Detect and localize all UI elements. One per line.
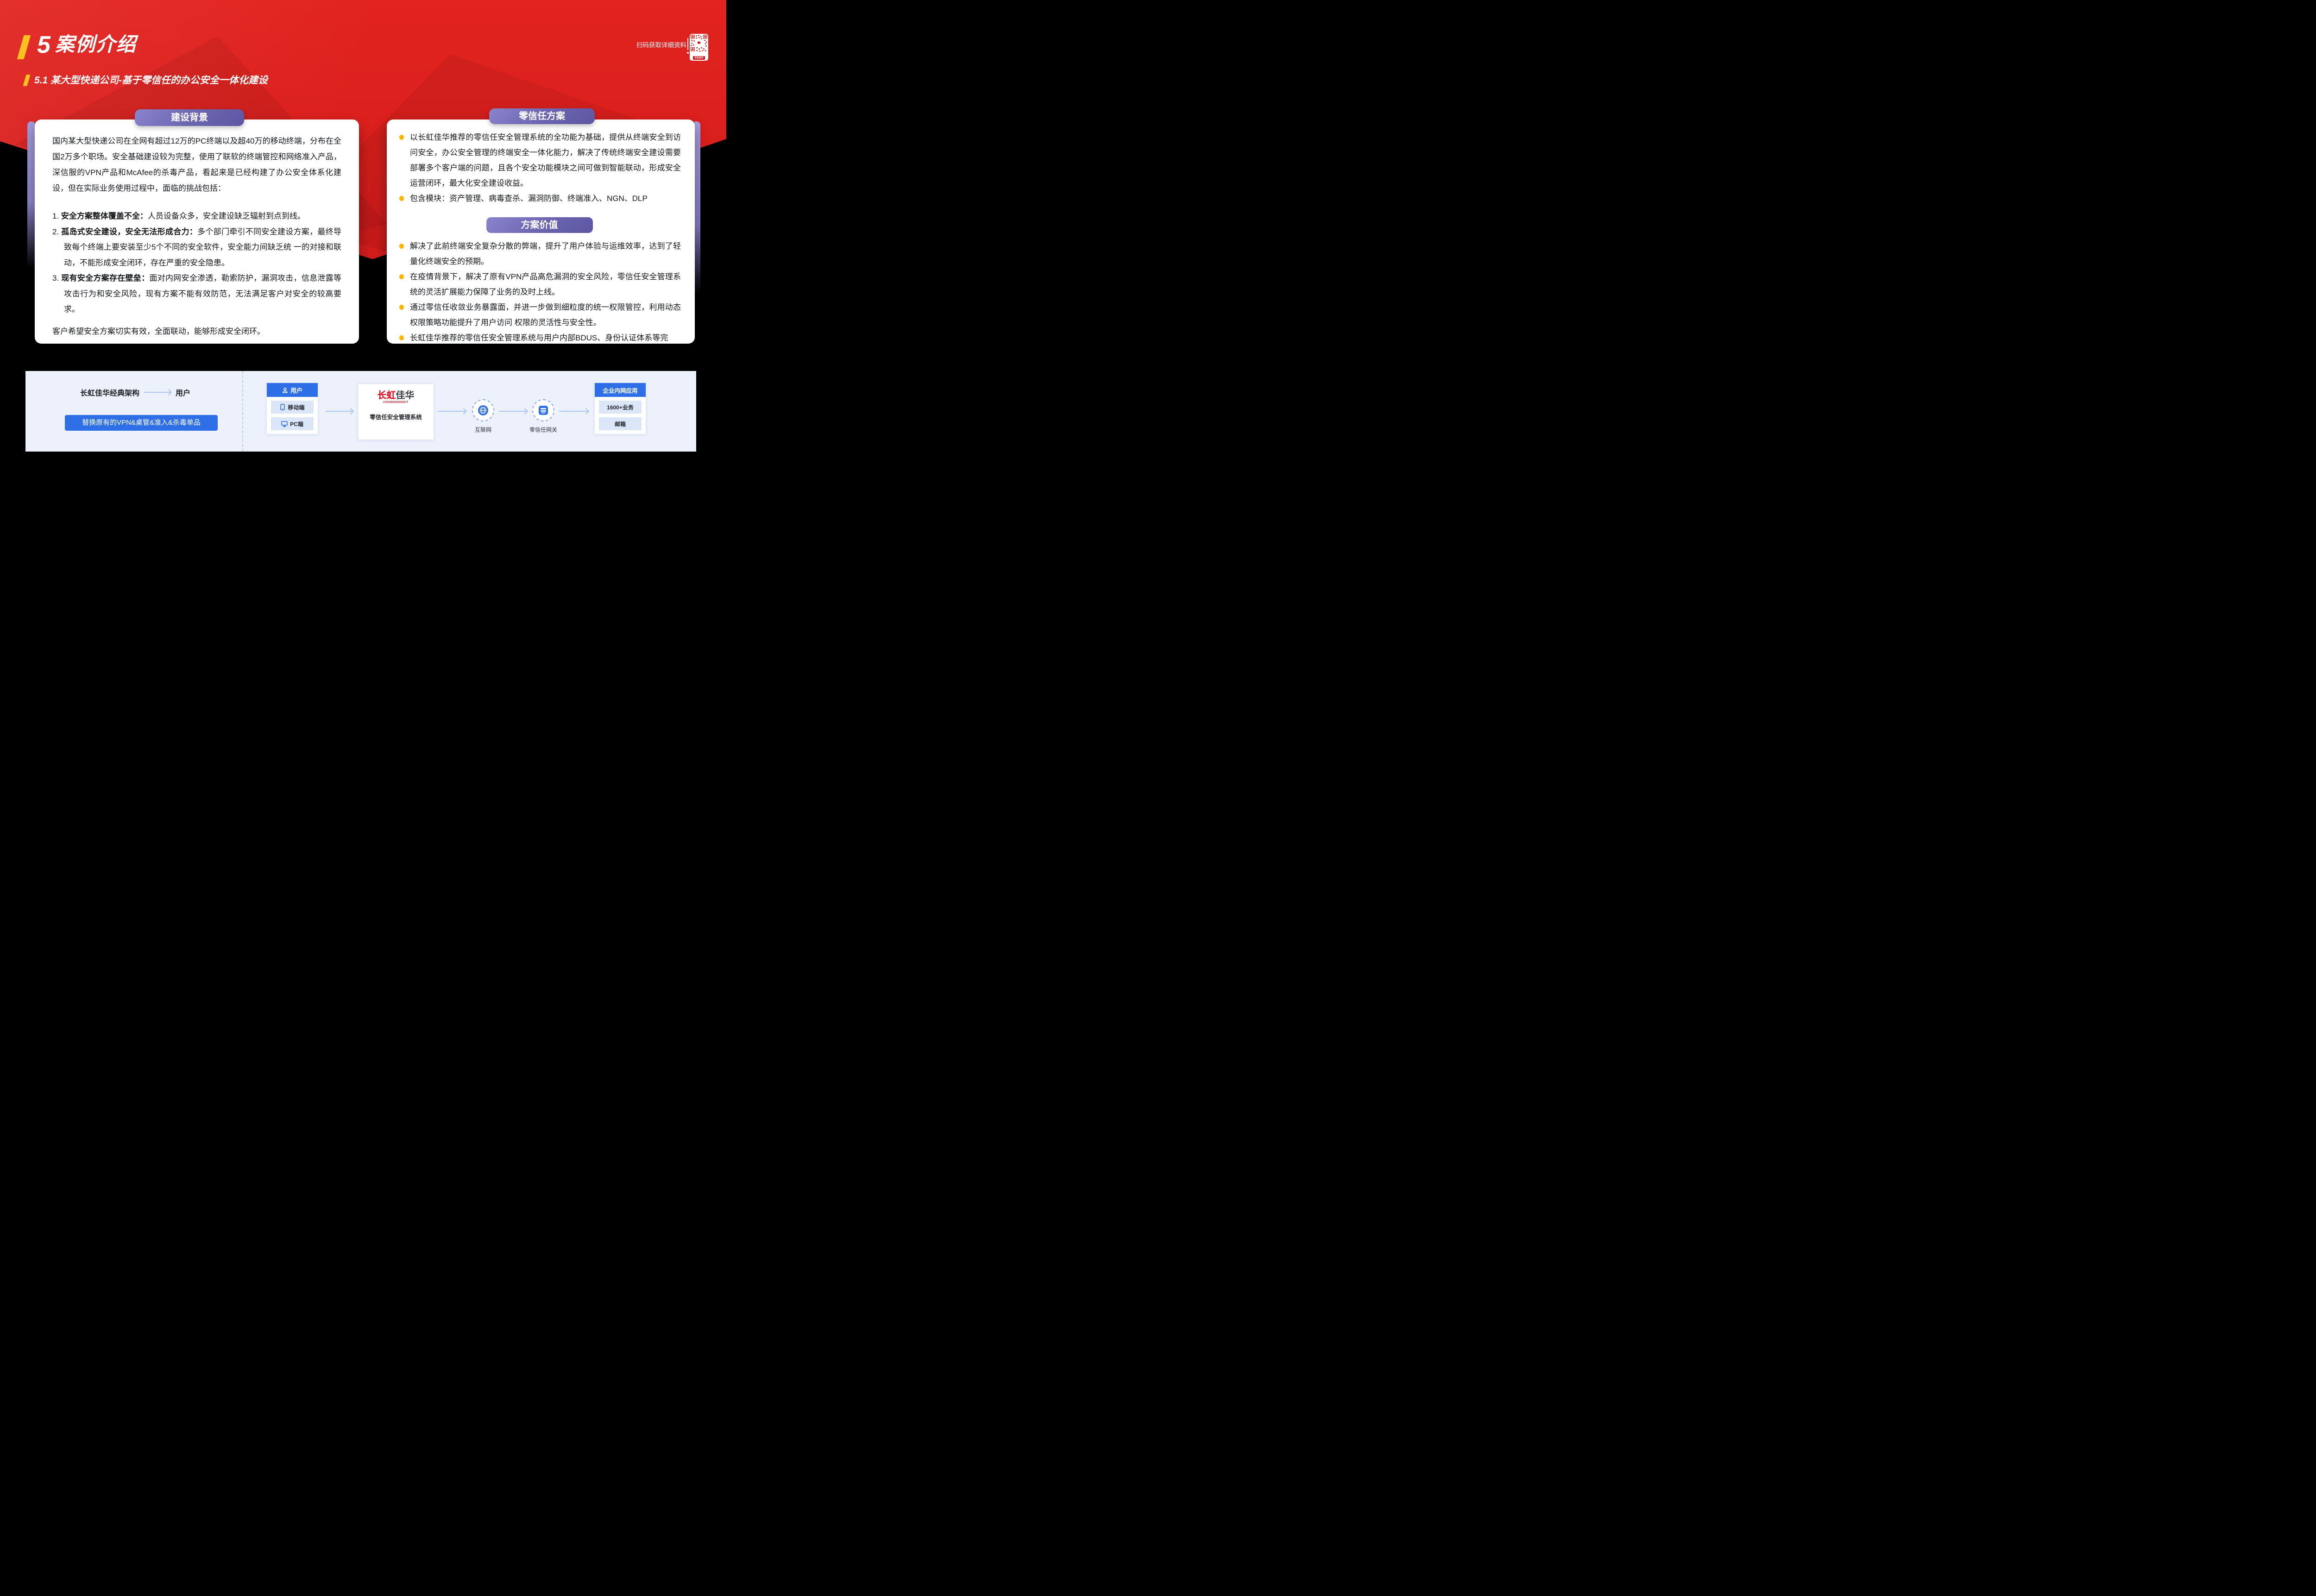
value-bullet-list: 解决了此前终端安全复杂分散的弊端，提升了用户体验与运维效率，达到了轻量化终端安全… <box>398 239 681 344</box>
background-card: 国内某大型快递公司在全网有超过12万的PC终端以及超40万的移动终端，分布在全国… <box>35 119 359 344</box>
brand-black-text: 佳华 <box>396 390 415 401</box>
mobile-label: 移动端 <box>288 403 304 411</box>
mobile-item: 移动端 <box>271 401 314 414</box>
value-bullet: 长虹佳华推荐的零信任安全管理系统与用户内部BDUS、身份认证体系等完 <box>398 330 681 344</box>
flow-arrow <box>438 411 466 412</box>
solution-bullet: 以长虹佳华推荐的零信任安全管理系统的全功能为基础，提供从终端安全到访问安全，办公… <box>398 130 681 191</box>
replace-banner: 替换原有的VPN&桌管&准入&杀毒单品 <box>65 415 218 431</box>
pc-label: PC端 <box>290 420 303 428</box>
business-item: 1600+业务 <box>599 401 642 414</box>
legacy-architecture-row: 长虹佳华经典架构 用户 <box>80 387 190 398</box>
pc-item: PC端 <box>271 417 314 430</box>
qr-code: 长虹佳华 <box>690 34 708 61</box>
user-box-header: 用户 <box>267 383 318 397</box>
page-subtitle: 5.1 某大型快递公司-基于零信任的办公安全一体化建设 <box>34 73 268 87</box>
intranet-header: 企业内网应用 <box>595 383 646 397</box>
value-bullet: 在疫情背景下，解决了原有VPN产品高危漏洞的安全风险，零信任安全管理系统的灵活扩… <box>398 269 681 300</box>
product-name: 零信任安全管理系统 <box>358 412 434 421</box>
user-box: 用户 移动端 PC端 <box>266 383 318 434</box>
gateway-node <box>532 399 554 421</box>
value-bullet: 通过零信任收敛业务暴露面，并进一步做到细粒度的统一权限管控，利用动态权限策略功能… <box>398 300 681 330</box>
challenge-list: 1. 安全方案整体覆盖不全：人员设备众多，安全建设缺乏辐射到点到线。 2. 孤岛… <box>52 208 341 317</box>
qr-footer-label: 长虹佳华 <box>693 56 705 60</box>
qr-pattern-icon <box>691 35 707 52</box>
zero-trust-card: 以长虹佳华推荐的零信任安全管理系统的全功能为基础，提供从终端安全到访问安全，办公… <box>387 119 695 344</box>
intranet-box: 企业内网应用 1600+业务 邮箱 <box>594 383 646 434</box>
background-intro: 国内某大型快递公司在全网有超过12万的PC终端以及超40万的移动终端，分布在全国… <box>52 133 341 196</box>
page-title: 5案例介绍 <box>37 29 137 59</box>
solution-bullet-list: 以长虹佳华推荐的零信任安全管理系统的全功能为基础，提供从终端安全到访问安全，办公… <box>398 130 681 206</box>
closing-paragraph: 客户希望安全方案切实有效，全面联动，能够形成安全闭环。 <box>52 324 341 339</box>
globe-icon <box>478 405 489 416</box>
legacy-architecture-label: 长虹佳华经典架构 <box>80 387 139 398</box>
vendor-box: 长虹佳华 CHANGHONGIT 零信任安全管理系统 <box>358 383 434 440</box>
internet-node <box>472 399 494 421</box>
item-lead: 安全方案整体覆盖不全： <box>61 212 148 220</box>
user-icon <box>282 387 288 393</box>
qr-caption: 扫码获取详细资料 <box>636 40 686 49</box>
pc-icon <box>281 421 288 427</box>
background-section-pill: 建设背景 <box>135 109 244 126</box>
qr-frame-line <box>687 38 688 50</box>
brand-logo: 长虹佳华 <box>358 390 434 401</box>
item-number: 2. <box>52 227 59 236</box>
item-number: 3. <box>52 274 59 283</box>
legacy-user-label: 用户 <box>176 387 190 398</box>
flow-arrow <box>326 411 352 412</box>
gateway-label: 零信任网关 <box>529 426 557 434</box>
brand-sub-black: IT <box>405 401 409 404</box>
internet-label: 互联网 <box>475 426 491 434</box>
legacy-arrow-icon <box>144 392 171 393</box>
solution-bullet: 包含模块：资产管理、病毒查杀、漏洞防御、终端准入、NGN、DLP <box>398 191 681 206</box>
purple-accent-bar-left <box>27 121 35 269</box>
section-number: 5 <box>37 31 51 58</box>
value-bullet: 解决了此前终端安全复杂分散的弊端，提升了用户体验与运维效率，达到了轻量化终端安全… <box>398 239 681 269</box>
flow-arrow <box>499 411 527 412</box>
architecture-panel: 长虹佳华经典架构 用户 替换原有的VPN&桌管&准入&杀毒单品 用户 移动端 <box>25 371 696 452</box>
qr-frame-dot <box>687 52 689 54</box>
item-text: 人员设备众多，安全建设缺乏辐射到点到线。 <box>148 212 305 220</box>
brand-sub-red: CHANGHONG <box>383 401 405 404</box>
item-lead: 现有安全方案存在壁垒： <box>61 274 149 283</box>
flow-arrow <box>559 411 588 412</box>
panel-divider <box>242 371 243 452</box>
challenge-item: 1. 安全方案整体覆盖不全：人员设备众多，安全建设缺乏辐射到点到线。 <box>52 208 341 224</box>
challenge-item: 2. 孤岛式安全建设，安全无法形成合力：多个部门牵引不同安全建设方案，最终导致每… <box>52 224 341 271</box>
value-section-pill: 方案价值 <box>486 217 593 233</box>
challenge-item: 3. 现有安全方案存在壁垒：面对内网安全渗透，勒索防护，漏洞攻击，信息泄露等攻击… <box>52 270 341 317</box>
brand-subtitle: CHANGHONGIT <box>358 401 434 404</box>
user-box-title: 用户 <box>290 386 302 395</box>
item-lead: 孤岛式安全建设，安全无法形成合力： <box>61 227 197 236</box>
mobile-icon <box>280 404 285 410</box>
zero-trust-section-pill: 零信任方案 <box>489 108 595 124</box>
brand-red-text: 长虹 <box>378 390 396 401</box>
mail-item: 邮箱 <box>599 417 642 430</box>
slide: 5案例介绍 5.1 某大型快递公司-基于零信任的办公安全一体化建设 扫码获取详细… <box>0 0 726 452</box>
gateway-icon <box>538 405 548 415</box>
item-number: 1. <box>52 212 59 220</box>
